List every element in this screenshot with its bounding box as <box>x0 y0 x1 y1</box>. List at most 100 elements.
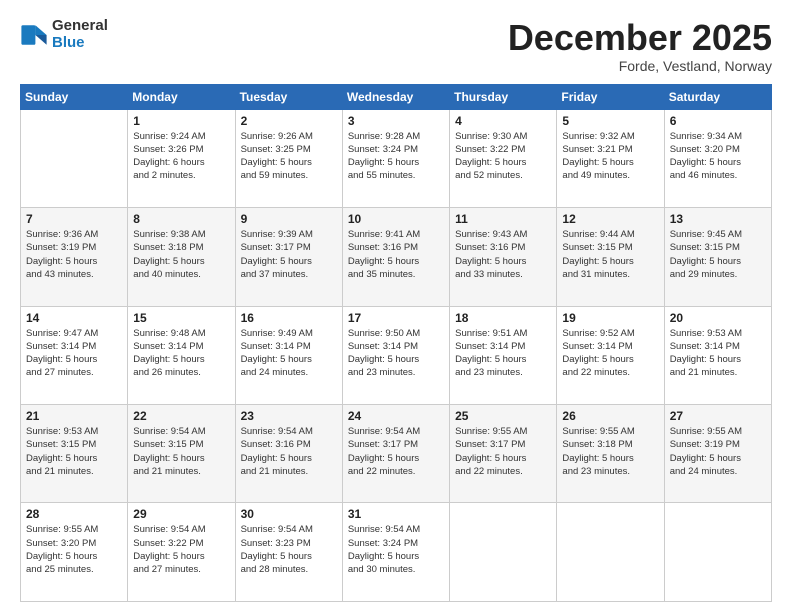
day-info: Sunrise: 9:24 AM Sunset: 3:26 PM Dayligh… <box>133 130 229 183</box>
calendar-cell <box>450 503 557 602</box>
day-info: Sunrise: 9:54 AM Sunset: 3:23 PM Dayligh… <box>241 523 337 576</box>
day-info: Sunrise: 9:47 AM Sunset: 3:14 PM Dayligh… <box>26 327 122 380</box>
day-info: Sunrise: 9:55 AM Sunset: 3:20 PM Dayligh… <box>26 523 122 576</box>
logo: General Blue <box>20 18 108 51</box>
day-number: 17 <box>348 311 444 325</box>
day-info: Sunrise: 9:43 AM Sunset: 3:16 PM Dayligh… <box>455 228 551 281</box>
calendar-cell <box>664 503 771 602</box>
day-number: 30 <box>241 507 337 521</box>
calendar-cell: 16 Sunrise: 9:49 AM Sunset: 3:14 PM Dayli… <box>235 306 342 404</box>
calendar-cell: 17 Sunrise: 9:50 AM Sunset: 3:14 PM Dayli… <box>342 306 449 404</box>
day-info: Sunrise: 9:45 AM Sunset: 3:15 PM Dayligh… <box>670 228 766 281</box>
calendar-cell: 30 Sunrise: 9:54 AM Sunset: 3:23 PM Dayli… <box>235 503 342 602</box>
day-info: Sunrise: 9:32 AM Sunset: 3:21 PM Dayligh… <box>562 130 658 183</box>
calendar-cell: 11 Sunrise: 9:43 AM Sunset: 3:16 PM Dayli… <box>450 208 557 306</box>
day-number: 21 <box>26 409 122 423</box>
calendar-cell: 8 Sunrise: 9:38 AM Sunset: 3:18 PM Daylig… <box>128 208 235 306</box>
calendar-cell: 4Sunrise: 9:30 AM Sunset: 3:22 PM Daylig… <box>450 109 557 207</box>
calendar-cell: 18Sunrise: 9:51 AM Sunset: 3:14 PM Dayli… <box>450 306 557 404</box>
day-info: Sunrise: 9:50 AM Sunset: 3:14 PM Dayligh… <box>348 327 444 380</box>
calendar-cell: 3 Sunrise: 9:28 AM Sunset: 3:24 PM Daylig… <box>342 109 449 207</box>
day-info: Sunrise: 9:28 AM Sunset: 3:24 PM Dayligh… <box>348 130 444 183</box>
day-info: Sunrise: 9:54 AM Sunset: 3:16 PM Dayligh… <box>241 425 337 478</box>
calendar-cell <box>557 503 664 602</box>
day-number: 25 <box>455 409 551 423</box>
calendar-cell: 27 Sunrise: 9:55 AM Sunset: 3:19 PM Dayli… <box>664 405 771 503</box>
day-info: Sunrise: 9:55 AM Sunset: 3:18 PM Dayligh… <box>562 425 658 478</box>
day-number: 31 <box>348 507 444 521</box>
calendar-cell: 23 Sunrise: 9:54 AM Sunset: 3:16 PM Dayli… <box>235 405 342 503</box>
calendar-cell: 15Sunrise: 9:48 AM Sunset: 3:14 PM Dayli… <box>128 306 235 404</box>
calendar-cell: 19 Sunrise: 9:52 AM Sunset: 3:14 PM Dayli… <box>557 306 664 404</box>
day-info: Sunrise: 9:53 AM Sunset: 3:14 PM Dayligh… <box>670 327 766 380</box>
calendar-cell: 10Sunrise: 9:41 AM Sunset: 3:16 PM Dayli… <box>342 208 449 306</box>
day-info: Sunrise: 9:26 AM Sunset: 3:25 PM Dayligh… <box>241 130 337 183</box>
day-number: 20 <box>670 311 766 325</box>
day-number: 7 <box>26 212 122 226</box>
day-number: 8 <box>133 212 229 226</box>
day-number: 18 <box>455 311 551 325</box>
day-info: Sunrise: 9:39 AM Sunset: 3:17 PM Dayligh… <box>241 228 337 281</box>
calendar-cell <box>21 109 128 207</box>
calendar-cell: 31 Sunrise: 9:54 AM Sunset: 3:24 PM Dayli… <box>342 503 449 602</box>
calendar-cell: 2 Sunrise: 9:26 AM Sunset: 3:25 PM Daylig… <box>235 109 342 207</box>
day-number: 22 <box>133 409 229 423</box>
day-number: 24 <box>348 409 444 423</box>
weekday-header-monday: Monday <box>128 84 235 109</box>
calendar-cell: 12Sunrise: 9:44 AM Sunset: 3:15 PM Dayli… <box>557 208 664 306</box>
weekday-header-saturday: Saturday <box>664 84 771 109</box>
day-number: 19 <box>562 311 658 325</box>
weekday-header-sunday: Sunday <box>21 84 128 109</box>
day-number: 27 <box>670 409 766 423</box>
day-number: 14 <box>26 311 122 325</box>
calendar-table: SundayMondayTuesdayWednesdayThursdayFrid… <box>20 84 772 602</box>
day-info: Sunrise: 9:34 AM Sunset: 3:20 PM Dayligh… <box>670 130 766 183</box>
day-number: 23 <box>241 409 337 423</box>
day-number: 29 <box>133 507 229 521</box>
week-row-4: 28Sunrise: 9:55 AM Sunset: 3:20 PM Dayli… <box>21 503 772 602</box>
logo-blue: Blue <box>52 35 108 52</box>
calendar-page: General Blue December 2025 Forde, Vestla… <box>0 0 792 612</box>
weekday-header-tuesday: Tuesday <box>235 84 342 109</box>
day-number: 11 <box>455 212 551 226</box>
calendar-cell: 22Sunrise: 9:54 AM Sunset: 3:15 PM Dayli… <box>128 405 235 503</box>
day-info: Sunrise: 9:41 AM Sunset: 3:16 PM Dayligh… <box>348 228 444 281</box>
day-number: 2 <box>241 114 337 128</box>
day-info: Sunrise: 9:52 AM Sunset: 3:14 PM Dayligh… <box>562 327 658 380</box>
day-info: Sunrise: 9:53 AM Sunset: 3:15 PM Dayligh… <box>26 425 122 478</box>
weekday-header-friday: Friday <box>557 84 664 109</box>
day-number: 3 <box>348 114 444 128</box>
week-row-3: 21 Sunrise: 9:53 AM Sunset: 3:15 PM Dayli… <box>21 405 772 503</box>
weekday-header-wednesday: Wednesday <box>342 84 449 109</box>
calendar-cell: 25 Sunrise: 9:55 AM Sunset: 3:17 PM Dayli… <box>450 405 557 503</box>
day-number: 13 <box>670 212 766 226</box>
day-info: Sunrise: 9:55 AM Sunset: 3:19 PM Dayligh… <box>670 425 766 478</box>
logo-general: General <box>52 18 108 35</box>
day-info: Sunrise: 9:55 AM Sunset: 3:17 PM Dayligh… <box>455 425 551 478</box>
calendar-cell: 9 Sunrise: 9:39 AM Sunset: 3:17 PM Daylig… <box>235 208 342 306</box>
day-info: Sunrise: 9:44 AM Sunset: 3:15 PM Dayligh… <box>562 228 658 281</box>
logo-text: General Blue <box>52 18 108 51</box>
calendar-cell: 28Sunrise: 9:55 AM Sunset: 3:20 PM Dayli… <box>21 503 128 602</box>
day-number: 4 <box>455 114 551 128</box>
week-row-2: 14 Sunrise: 9:47 AM Sunset: 3:14 PM Dayli… <box>21 306 772 404</box>
logo-icon <box>20 21 48 49</box>
calendar-cell: 13 Sunrise: 9:45 AM Sunset: 3:15 PM Dayli… <box>664 208 771 306</box>
day-info: Sunrise: 9:54 AM Sunset: 3:17 PM Dayligh… <box>348 425 444 478</box>
weekday-header-row: SundayMondayTuesdayWednesdayThursdayFrid… <box>21 84 772 109</box>
day-number: 6 <box>670 114 766 128</box>
week-row-1: 7Sunrise: 9:36 AM Sunset: 3:19 PM Daylig… <box>21 208 772 306</box>
day-number: 15 <box>133 311 229 325</box>
day-info: Sunrise: 9:49 AM Sunset: 3:14 PM Dayligh… <box>241 327 337 380</box>
day-number: 5 <box>562 114 658 128</box>
day-number: 9 <box>241 212 337 226</box>
calendar-cell: 5 Sunrise: 9:32 AM Sunset: 3:21 PM Daylig… <box>557 109 664 207</box>
day-number: 26 <box>562 409 658 423</box>
calendar-cell: 20 Sunrise: 9:53 AM Sunset: 3:14 PM Dayli… <box>664 306 771 404</box>
calendar-cell: 7Sunrise: 9:36 AM Sunset: 3:19 PM Daylig… <box>21 208 128 306</box>
week-row-0: 1Sunrise: 9:24 AM Sunset: 3:26 PM Daylig… <box>21 109 772 207</box>
day-number: 16 <box>241 311 337 325</box>
day-info: Sunrise: 9:38 AM Sunset: 3:18 PM Dayligh… <box>133 228 229 281</box>
day-info: Sunrise: 9:54 AM Sunset: 3:24 PM Dayligh… <box>348 523 444 576</box>
calendar-cell: 29Sunrise: 9:54 AM Sunset: 3:22 PM Dayli… <box>128 503 235 602</box>
